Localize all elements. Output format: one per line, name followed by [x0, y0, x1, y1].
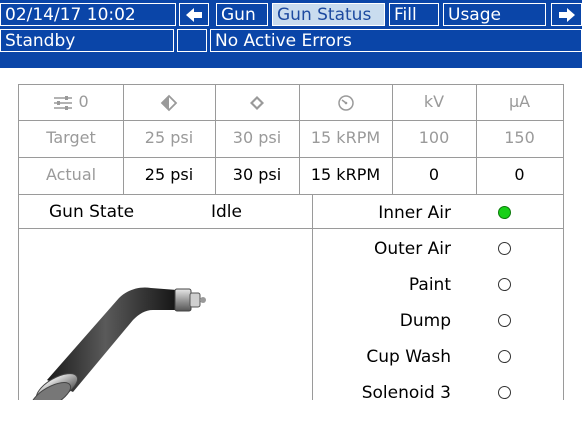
- datetime-display: 02/14/17 10:02: [0, 3, 176, 26]
- arrow-left-icon: [186, 8, 202, 22]
- tab-gun[interactable]: Gun: [216, 3, 268, 26]
- indicator-label-inner-air: Inner Air: [378, 203, 451, 223]
- status-indicator-slot: [177, 29, 207, 52]
- gun-status-table: 0 kV μA Target 25 psi 30 psi 15 kRPM 100…: [18, 84, 564, 403]
- outer-air-indicator-icon: [498, 242, 511, 255]
- inner-air-header: [123, 84, 215, 120]
- target-label: Target: [46, 128, 96, 147]
- actual-inner-air: 25 psi: [144, 165, 194, 184]
- actual-outer-air: 30 psi: [232, 165, 282, 184]
- indicator-label-solenoid-3: Solenoid 3: [361, 383, 451, 403]
- outer-air-icon: [250, 95, 264, 110]
- turbine-speed-icon: [337, 94, 354, 111]
- slider-value: 0: [78, 92, 89, 111]
- sliders-header: 0: [19, 84, 123, 120]
- cup-wash-indicator-icon: [498, 350, 511, 363]
- target-turbine-speed: 15 kRPM: [310, 128, 381, 147]
- gun-state-value: Idle: [211, 202, 242, 222]
- indicator-label-paint: Paint: [408, 275, 451, 295]
- actual-turbine-speed: 15 kRPM: [310, 165, 381, 184]
- tab-fill[interactable]: Fill: [389, 3, 439, 26]
- prev-screen-button[interactable]: [179, 3, 209, 26]
- gun-state-label: Gun State: [49, 202, 135, 222]
- tab-gun-status[interactable]: Gun Status: [272, 3, 385, 26]
- indicator-label-outer-air: Outer Air: [373, 239, 451, 259]
- system-state: Standby: [0, 29, 174, 52]
- actual-label: Actual: [45, 165, 97, 184]
- indicator-label-dump: Dump: [399, 311, 451, 331]
- actual-ua: 0: [514, 165, 525, 184]
- status-bar: Standby No Active Errors: [0, 28, 582, 68]
- inner-air-icon: [160, 94, 178, 111]
- actual-kv: 0: [428, 165, 440, 184]
- target-outer-air: 30 psi: [232, 128, 282, 147]
- sliders-icon: [54, 95, 73, 110]
- solenoid-3-indicator-icon: [498, 386, 511, 399]
- next-screen-button[interactable]: [551, 3, 582, 26]
- arrow-right-icon: [558, 8, 575, 22]
- paint-indicator-icon: [498, 278, 511, 291]
- target-kv: 100: [418, 128, 450, 147]
- ua-header: μA: [508, 92, 531, 111]
- indicator-label-cup-wash: Cup Wash: [366, 347, 451, 367]
- tab-usage[interactable]: Usage: [443, 3, 546, 26]
- target-inner-air: 25 psi: [144, 128, 194, 147]
- outer-air-header: [215, 84, 299, 120]
- dump-indicator-icon: [498, 314, 511, 327]
- inner-air-indicator-icon: [498, 206, 511, 219]
- spray-gun-image: [30, 287, 206, 400]
- top-nav-bar: 02/14/17 10:02 Gun Gun Status Fill Usage: [0, 0, 582, 28]
- error-status: No Active Errors: [210, 29, 582, 52]
- target-ua: 150: [504, 128, 535, 147]
- turbine-speed-header: [299, 84, 392, 120]
- kv-header: kV: [423, 92, 445, 111]
